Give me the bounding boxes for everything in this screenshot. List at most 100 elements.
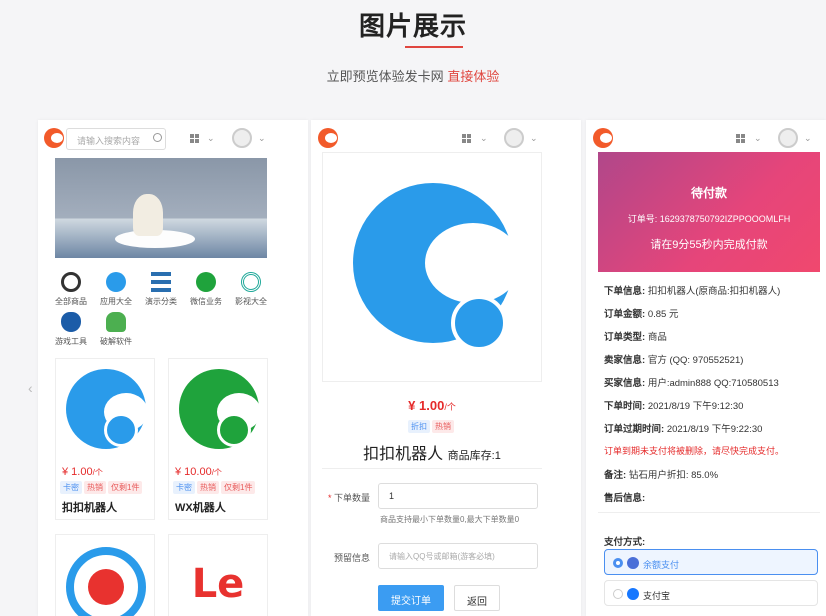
search-input[interactable]: 请输入搜索内容	[66, 128, 166, 150]
pay-option-balance[interactable]: 余额支付	[604, 549, 818, 575]
qq-penguin-icon	[451, 295, 507, 351]
category-video[interactable]: 影视大全	[224, 272, 278, 307]
order-number: 订单号: 1629378750792IZPPOOOMLFH	[627, 214, 791, 224]
category-label: 应用大全	[100, 297, 132, 306]
chevron-down-icon[interactable]: ⌄	[754, 133, 762, 144]
info-value: 2021/8/19 下午9:12:30	[647, 401, 744, 412]
target-icon	[241, 272, 261, 292]
order-info-row: 订单过期时间: 2021/8/19 下午9:22:30	[604, 421, 762, 435]
chevron-down-icon[interactable]: ⌄	[258, 133, 266, 144]
grid-menu-icon[interactable]	[736, 134, 745, 143]
product-card[interactable]: ¥ 1.00/个 卡密 热销 仅剩1件 扣扣机器人	[55, 358, 155, 520]
tag-hot: 热销	[197, 481, 219, 494]
category-label: 全部商品	[55, 297, 87, 306]
product-price: ¥ 1.00/个	[62, 466, 103, 478]
chevron-down-icon[interactable]: ⌄	[530, 133, 538, 144]
chevron-down-icon[interactable]: ⌄	[480, 133, 488, 144]
price-value: ¥ 10.00	[175, 466, 212, 478]
android-icon	[106, 312, 126, 332]
play-icon	[88, 569, 124, 605]
chevron-down-icon[interactable]: ⌄	[804, 133, 812, 144]
info-value: 商品	[647, 332, 667, 343]
avatar[interactable]	[232, 128, 252, 148]
price-unit: /个	[211, 468, 222, 477]
info-value: 扣扣机器人(原商品:扣扣机器人)	[647, 286, 781, 297]
info-key: 备注:	[604, 470, 627, 481]
product-tags: 卡密 热销 仅剩1件	[173, 481, 257, 494]
pay-option-alipay[interactable]: 支付宝	[604, 580, 818, 606]
grid-menu-icon[interactable]	[462, 134, 471, 143]
divider	[322, 468, 542, 469]
product-card[interactable]: Le	[168, 534, 268, 616]
order-remark-row: 备注: 钻石用户折扣: 85.0%	[604, 467, 718, 481]
info-value: 0.85 元	[647, 309, 679, 320]
expiry-warning: 订单到期未支付将被删除，请尽快完成支付。	[604, 446, 785, 456]
qty-hint: 商品支持最小下单数量0,最大下单数量0	[380, 515, 520, 524]
carousel-prev-icon[interactable]: ‹	[28, 380, 33, 396]
order-info-row: 买家信息: 用户:admin888 QQ:710580513	[604, 375, 779, 389]
payment-countdown: 请在9分55秒内完成付款	[650, 239, 768, 251]
site-logo-icon[interactable]	[593, 128, 613, 148]
video-app-logo	[66, 547, 146, 616]
tag-card: 卡密	[173, 481, 195, 494]
banner-image[interactable]	[55, 158, 267, 258]
info-value: 用户:admin888 QQ:710580513	[647, 378, 779, 389]
direct-experience-link[interactable]: 直接体验	[447, 69, 499, 84]
order-info-row: 下单信息: 扣扣机器人(原商品:扣扣机器人)	[604, 283, 780, 297]
quantity-input[interactable]: 1	[378, 483, 538, 509]
tag-hot: 热销	[84, 481, 106, 494]
tag-discount: 折扣	[408, 420, 430, 433]
info-key: 下单时间:	[604, 401, 646, 412]
search-icon[interactable]	[153, 133, 162, 142]
chevron-down-icon[interactable]: ⌄	[207, 133, 215, 144]
info-key: 订单类型:	[604, 332, 646, 343]
category-cracked[interactable]: 破解软件	[89, 312, 143, 347]
back-button[interactable]: 返回	[454, 585, 500, 611]
info-value: 2021/8/19 下午9:22:30	[666, 424, 763, 435]
info-key: 售后信息:	[604, 493, 646, 504]
reserve-info-input[interactable]: 请输入QQ号或邮箱(游客必填)	[378, 543, 538, 569]
order-info-row: 下单时间: 2021/8/19 下午9:12:30	[604, 398, 743, 412]
site-logo-icon[interactable]	[318, 128, 338, 148]
order-info-row: 订单金额: 0.85 元	[604, 306, 678, 320]
order-info-row: 订单类型: 商品	[604, 329, 667, 343]
title-underline	[405, 46, 463, 48]
product-name: 扣扣机器人	[62, 502, 117, 514]
info-key: 卖家信息:	[604, 355, 646, 366]
price-value: ¥ 1.00	[408, 398, 445, 413]
divider	[598, 512, 820, 513]
product-card[interactable]: ¥ 10.00/个 卡密 热销 仅剩1件 WX机器人	[168, 358, 268, 520]
polar-bear	[133, 194, 163, 236]
list-icon	[151, 272, 171, 292]
info-value: 官方 (QQ: 970552521)	[647, 355, 744, 366]
search-placeholder: 请输入搜索内容	[77, 136, 141, 146]
info-key: 订单过期时间:	[604, 424, 665, 435]
radio-selected[interactable]	[613, 558, 623, 568]
product-image	[56, 359, 154, 459]
grid-menu-icon[interactable]	[190, 134, 199, 143]
pay-option-label: 余额支付	[643, 560, 680, 570]
pay-method-heading: 支付方式:	[604, 534, 645, 548]
wechat-icon	[196, 272, 216, 292]
apple-icon	[61, 312, 81, 332]
product-name: 扣扣机器人	[363, 446, 444, 463]
page-title: 图片展示	[358, 11, 467, 41]
product-name: WX机器人	[175, 502, 226, 514]
subtitle-text: 立即预览体验发卡网	[326, 69, 444, 84]
le-logo: Le	[191, 561, 245, 607]
category-label: 微信业务	[190, 297, 222, 306]
info-key: 订单金额:	[604, 309, 646, 320]
product-image	[169, 359, 267, 459]
radio-unselected[interactable]	[613, 589, 623, 599]
site-logo-icon[interactable]	[44, 128, 64, 148]
tag-card: 卡密	[60, 481, 82, 494]
price-unit: /个	[444, 402, 456, 412]
submit-order-button[interactable]: 提交订单	[378, 585, 444, 611]
pay-option-label: 支付宝	[643, 591, 671, 601]
avatar[interactable]	[778, 128, 798, 148]
payment-status: 待付款	[690, 186, 727, 200]
product-card[interactable]	[55, 534, 155, 616]
wechat-icon	[217, 413, 251, 447]
price-unit: /个	[92, 468, 103, 477]
avatar[interactable]	[504, 128, 524, 148]
